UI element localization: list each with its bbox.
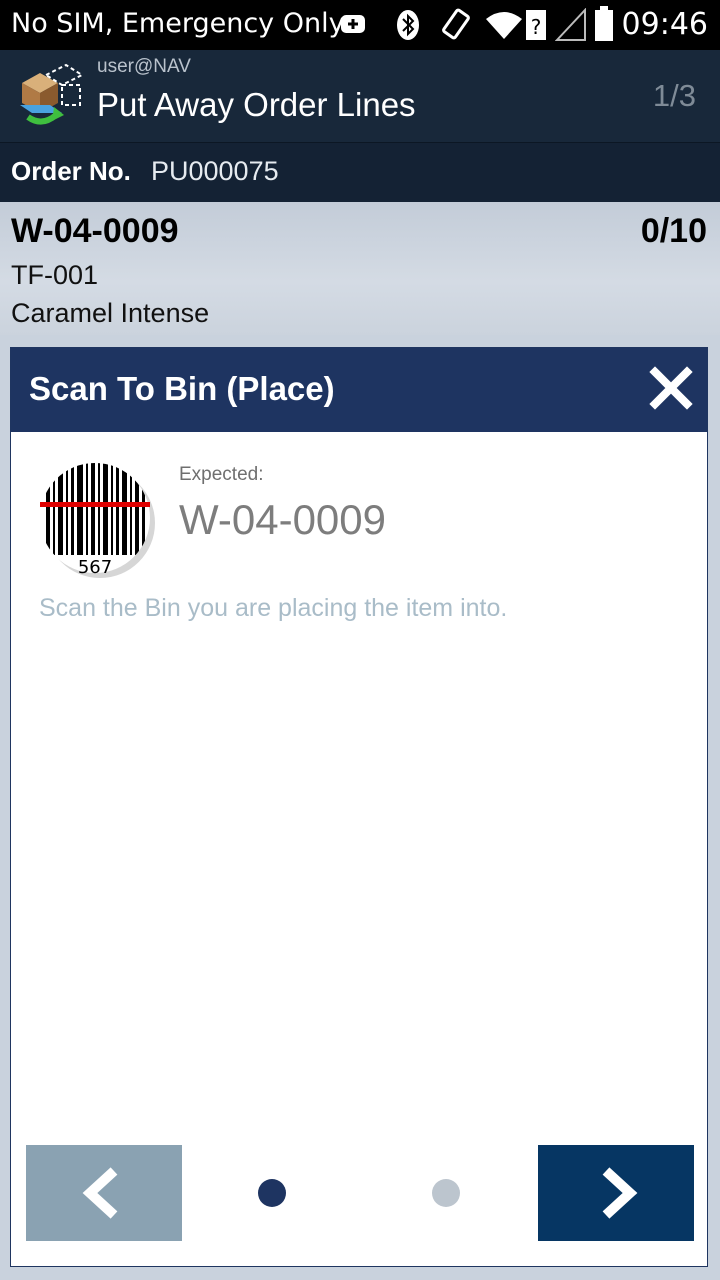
page-title: Put Away Order Lines — [97, 86, 416, 123]
wifi-icon — [484, 9, 524, 45]
item-code: TF-001 — [11, 260, 99, 290]
data-unknown-icon: ? — [524, 8, 548, 46]
previous-button[interactable] — [26, 1145, 182, 1241]
svg-text:?: ? — [531, 15, 542, 39]
expected-label: Expected: — [179, 464, 264, 485]
scan-instruction: Scan the Bin you are placing the item in… — [39, 594, 508, 622]
status-bar: No SIM, Emergency Only ? 09:46 — [0, 0, 720, 50]
user-label: user@NAV — [97, 56, 191, 77]
dialog-header: Scan To Bin (Place) — [11, 348, 707, 432]
item-description: Caramel Intense — [11, 298, 210, 328]
dialog-title: Scan To Bin (Place) — [29, 370, 335, 407]
carrier-text: No SIM, Emergency Only — [11, 8, 345, 39]
order-bar: Order No. PU000075 — [0, 142, 720, 203]
order-number-label: Order No. — [11, 156, 131, 186]
put-away-app-icon[interactable] — [18, 61, 85, 127]
barcode-digits: 567 — [78, 557, 112, 578]
line-pager: 1/3 — [652, 78, 696, 113]
app-bar: user@NAV Put Away Order Lines 1/3 — [0, 50, 720, 142]
chevron-right-icon — [602, 1167, 638, 1219]
chevron-left-icon — [82, 1167, 118, 1219]
order-line-item[interactable]: W-04-0009 0/10 TF-001 Caramel Intense — [0, 202, 720, 335]
close-icon[interactable] — [649, 366, 693, 410]
signal-icon — [554, 7, 587, 46]
barcode-scan-icon: 567 — [40, 463, 158, 581]
add-icon — [339, 12, 367, 40]
order-number-value: PU000075 — [151, 156, 279, 186]
page-dot-inactive — [432, 1179, 460, 1207]
scan-dialog: Scan To Bin (Place) 567 Expected: W-04-0… — [10, 347, 708, 1267]
battery-icon — [594, 6, 614, 46]
next-button[interactable] — [538, 1145, 694, 1241]
expected-bin-value: W-04-0009 — [179, 496, 387, 543]
clock: 09:46 — [621, 7, 708, 42]
page-dot-active — [258, 1179, 286, 1207]
bluetooth-icon — [396, 9, 420, 45]
item-quantity: 0/10 — [640, 212, 707, 250]
item-bin: W-04-0009 — [11, 212, 179, 250]
vibrate-icon — [440, 8, 472, 46]
